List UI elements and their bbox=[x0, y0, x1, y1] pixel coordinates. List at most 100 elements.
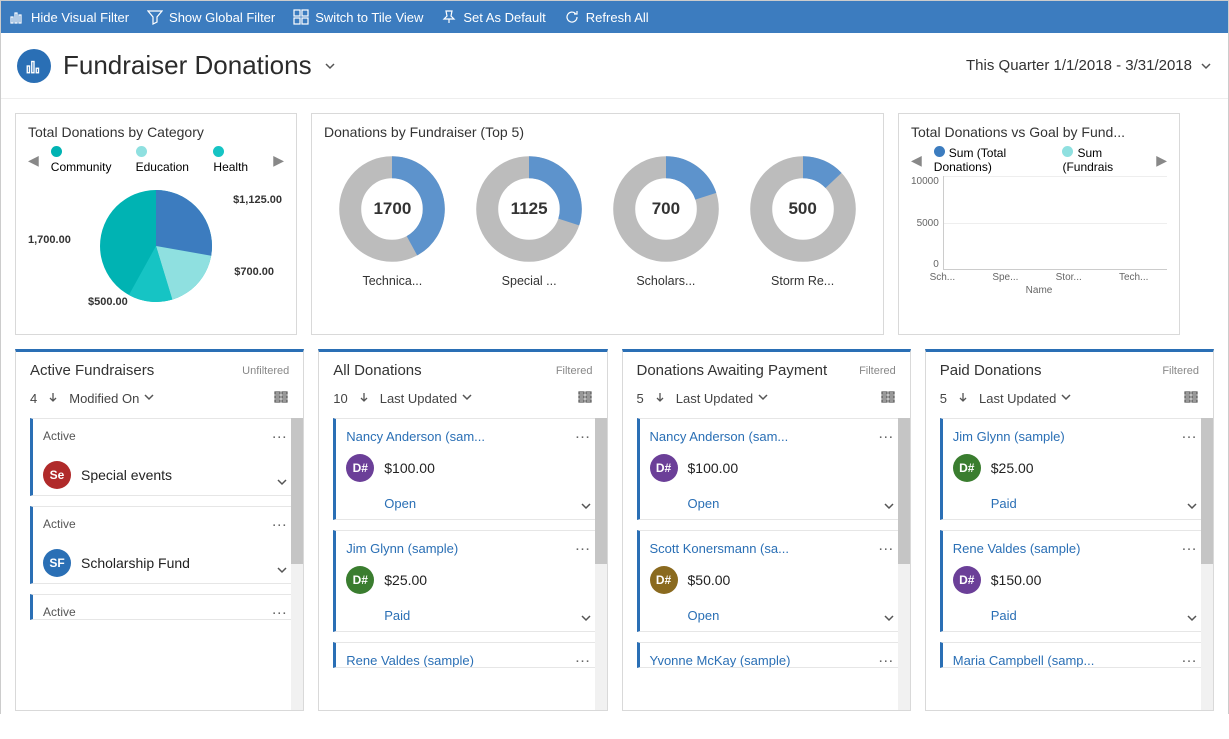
scrollbar[interactable] bbox=[898, 418, 910, 710]
sort-direction-icon[interactable] bbox=[47, 391, 59, 406]
chevron-down-icon[interactable] bbox=[276, 564, 288, 579]
more-icon[interactable]: … bbox=[575, 649, 592, 667]
item-link[interactable]: Nancy Anderson (sam... bbox=[650, 429, 893, 444]
item-status: Active bbox=[43, 517, 286, 531]
legend-item[interactable]: Education bbox=[136, 146, 202, 174]
item-link[interactable]: Scott Konersmann (sa... bbox=[650, 541, 893, 556]
legend-item[interactable]: Sum (Fundrais bbox=[1062, 146, 1144, 174]
donut-label: Special ... bbox=[502, 274, 557, 288]
pie-chart[interactable] bbox=[86, 176, 226, 316]
list-title: Donations Awaiting Payment bbox=[637, 362, 828, 379]
command-bar: Hide Visual Filter Show Global Filter Sw… bbox=[1, 1, 1228, 33]
sort-field[interactable]: Last Updated bbox=[380, 391, 473, 406]
dashboard-icon bbox=[17, 49, 51, 83]
sort-direction-icon[interactable] bbox=[957, 391, 969, 406]
chevron-down-icon[interactable] bbox=[1186, 500, 1198, 515]
bar-chart[interactable] bbox=[943, 176, 1167, 270]
item-link[interactable]: Rene Valdes (sample) bbox=[953, 541, 1196, 556]
donut-item[interactable]: 1125 Special ... bbox=[461, 154, 598, 288]
sort-direction-icon[interactable] bbox=[358, 391, 370, 406]
list-item[interactable]: … Yvonne McKay (sample) bbox=[637, 642, 904, 668]
legend-item[interactable]: Community bbox=[51, 146, 124, 174]
chevron-down-icon[interactable] bbox=[580, 612, 592, 627]
donut-label: Technica... bbox=[362, 274, 422, 288]
chevron-down-icon[interactable] bbox=[324, 60, 336, 72]
scrollbar[interactable] bbox=[291, 418, 303, 710]
item-status[interactable]: Paid bbox=[384, 608, 589, 623]
scrollbar[interactable] bbox=[595, 418, 607, 710]
scrollbar[interactable] bbox=[1201, 418, 1213, 710]
list-item[interactable]: … Jim Glynn (sample) D#$25.00 Paid bbox=[940, 418, 1207, 520]
more-icon[interactable]: … bbox=[271, 601, 288, 619]
chart-donations-vs-goal: Total Donations vs Goal by Fund... ◀ Sum… bbox=[898, 113, 1180, 335]
set-default-button[interactable]: Set As Default bbox=[441, 9, 545, 25]
date-range-selector[interactable]: This Quarter 1/1/2018 - 3/31/2018 bbox=[966, 57, 1212, 74]
chevron-down-icon[interactable] bbox=[276, 476, 288, 491]
list-all_donations: All Donations Filtered 10 Last Updated …… bbox=[318, 349, 607, 711]
list-item[interactable]: … Active SFScholarship Fund bbox=[30, 506, 297, 584]
legend-item[interactable]: Health bbox=[213, 146, 261, 174]
refresh-icon bbox=[564, 9, 580, 25]
chevron-down-icon[interactable] bbox=[1186, 612, 1198, 627]
hide-visual-filter-button[interactable]: Hide Visual Filter bbox=[9, 9, 129, 25]
donut-item[interactable]: 700 Scholars... bbox=[598, 154, 735, 288]
item-status[interactable]: Open bbox=[688, 608, 893, 623]
sort-field[interactable]: Last Updated bbox=[676, 391, 769, 406]
list-item[interactable]: … Scott Konersmann (sa... D#$50.00 Open bbox=[637, 530, 904, 632]
more-icon[interactable]: … bbox=[1181, 537, 1198, 555]
avatar-badge: D# bbox=[953, 454, 981, 482]
view-toggle-icon[interactable] bbox=[880, 389, 896, 408]
list-item[interactable]: … Active bbox=[30, 594, 297, 620]
item-link[interactable]: Rene Valdes (sample) bbox=[346, 653, 589, 668]
more-icon[interactable]: … bbox=[1181, 649, 1198, 667]
chevron-down-icon[interactable] bbox=[580, 500, 592, 515]
list-item[interactable]: … Rene Valdes (sample) D#$150.00 Paid bbox=[940, 530, 1207, 632]
sort-direction-icon[interactable] bbox=[654, 391, 666, 406]
more-icon[interactable]: … bbox=[878, 649, 895, 667]
list-item[interactable]: … Jim Glynn (sample) D#$25.00 Paid bbox=[333, 530, 600, 632]
item-status[interactable]: Open bbox=[384, 496, 589, 511]
more-icon[interactable]: … bbox=[271, 425, 288, 443]
item-link[interactable]: Maria Campbell (samp... bbox=[953, 653, 1196, 668]
view-toggle-icon[interactable] bbox=[577, 389, 593, 408]
list-item[interactable]: … Nancy Anderson (sam... D#$100.00 Open bbox=[637, 418, 904, 520]
legend-prev[interactable]: ◀ bbox=[28, 152, 39, 169]
toolbar-label: Switch to Tile View bbox=[315, 10, 423, 25]
list-item[interactable]: … Maria Campbell (samp... bbox=[940, 642, 1207, 668]
avatar-badge: D# bbox=[346, 566, 374, 594]
refresh-all-button[interactable]: Refresh All bbox=[564, 9, 649, 25]
legend-prev[interactable]: ◀ bbox=[911, 152, 922, 169]
view-toggle-icon[interactable] bbox=[1183, 389, 1199, 408]
more-icon[interactable]: … bbox=[878, 537, 895, 555]
sort-field[interactable]: Last Updated bbox=[979, 391, 1072, 406]
chevron-down-icon[interactable] bbox=[883, 500, 895, 515]
item-link[interactable]: Jim Glynn (sample) bbox=[953, 429, 1196, 444]
list-item[interactable]: … Rene Valdes (sample) bbox=[333, 642, 600, 668]
legend-next[interactable]: ▶ bbox=[1156, 152, 1167, 169]
legend-next[interactable]: ▶ bbox=[273, 152, 284, 169]
legend-item[interactable]: Sum (Total Donations) bbox=[934, 146, 1051, 174]
more-icon[interactable]: … bbox=[575, 425, 592, 443]
donut-item[interactable]: 500 Storm Re... bbox=[734, 154, 871, 288]
more-icon[interactable]: … bbox=[575, 537, 592, 555]
item-link[interactable]: Jim Glynn (sample) bbox=[346, 541, 589, 556]
item-status[interactable]: Paid bbox=[991, 608, 1196, 623]
switch-tile-view-button[interactable]: Switch to Tile View bbox=[293, 9, 423, 25]
more-icon[interactable]: … bbox=[1181, 425, 1198, 443]
donut-item[interactable]: 1700 Technica... bbox=[324, 154, 461, 288]
view-toggle-icon[interactable] bbox=[273, 389, 289, 408]
item-status[interactable]: Open bbox=[688, 496, 893, 511]
item-link[interactable]: Yvonne McKay (sample) bbox=[650, 653, 893, 668]
chevron-down-icon[interactable] bbox=[883, 612, 895, 627]
list-item[interactable]: … Active SeSpecial events bbox=[30, 418, 297, 496]
item-link[interactable]: Nancy Anderson (sam... bbox=[346, 429, 589, 444]
list-item[interactable]: … Nancy Anderson (sam... D#$100.00 Open bbox=[333, 418, 600, 520]
chart-donations-by-fundraiser: Donations by Fundraiser (Top 5) 1700 Tec… bbox=[311, 113, 884, 335]
sort-field[interactable]: Modified On bbox=[69, 391, 155, 406]
more-icon[interactable]: … bbox=[271, 513, 288, 531]
filter-tag: Filtered bbox=[859, 365, 896, 377]
show-global-filter-button[interactable]: Show Global Filter bbox=[147, 9, 275, 25]
item-status[interactable]: Paid bbox=[991, 496, 1196, 511]
funnel-icon bbox=[147, 9, 163, 25]
more-icon[interactable]: … bbox=[878, 425, 895, 443]
